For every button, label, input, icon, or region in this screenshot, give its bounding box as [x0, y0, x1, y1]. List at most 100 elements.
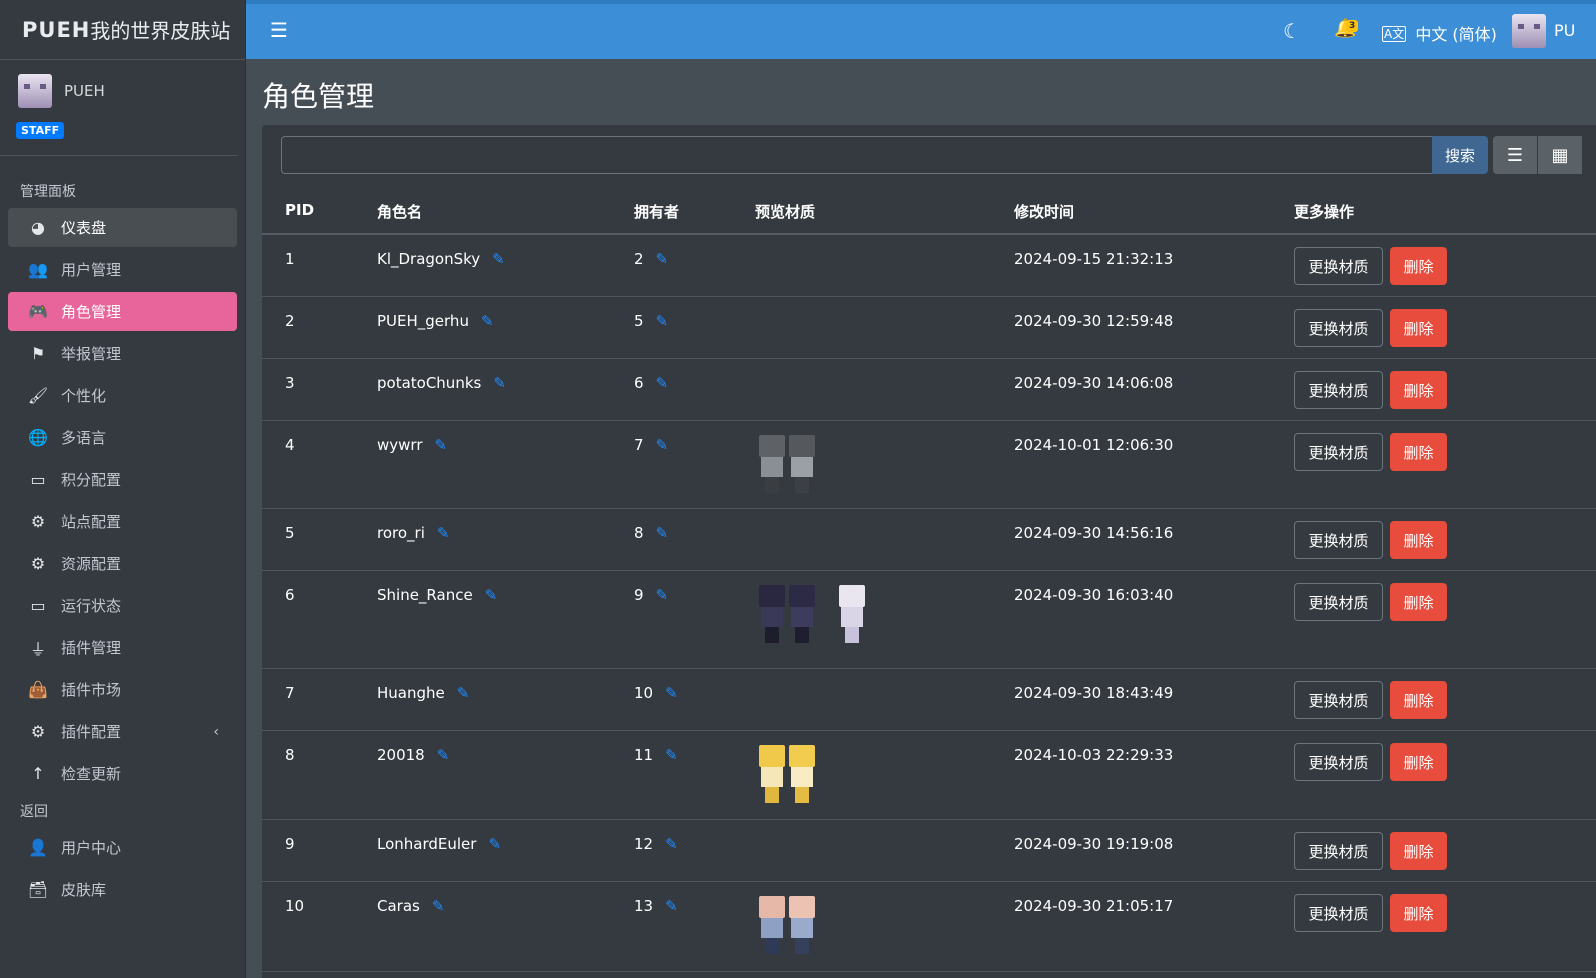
edit-owner-icon[interactable]: ✎ [656, 250, 669, 268]
delete-button[interactable]: 删除 [1390, 247, 1447, 285]
chevron-left-icon[interactable]: ‹ [213, 724, 219, 740]
owner-uid: 13 [634, 897, 654, 915]
sidebar-item-user-center[interactable]: 👤 用户中心 [8, 828, 237, 867]
edit-owner-icon[interactable]: ✎ [665, 897, 678, 915]
edit-owner-icon[interactable]: ✎ [656, 524, 669, 542]
language-selector[interactable]: A文 中文 (简体) [1382, 21, 1497, 45]
cell-name: Kl_DragonSky ✎ [377, 250, 505, 268]
edit-name-icon[interactable]: ✎ [492, 250, 505, 268]
delete-button[interactable]: 删除 [1390, 433, 1447, 471]
brand-logo[interactable]: PUEH 我的世界皮肤站 [0, 0, 245, 60]
menu-toggle-icon[interactable]: ☰ [270, 18, 288, 42]
edit-name-icon[interactable]: ✎ [434, 436, 447, 454]
player-name: roro_ri [377, 524, 425, 542]
sidebar-item-reports[interactable]: ⚑ 举报管理 [8, 334, 237, 373]
skin-preview-image[interactable] [839, 585, 865, 645]
sidebar-item-score[interactable]: ▭ 积分配置 [8, 460, 237, 499]
change-texture-button[interactable]: 更换材质 [1294, 433, 1383, 471]
delete-button[interactable]: 删除 [1390, 894, 1447, 932]
skin-preview-image[interactable] [789, 585, 815, 645]
edit-name-icon[interactable]: ✎ [493, 374, 506, 392]
edit-owner-icon[interactable]: ✎ [656, 436, 669, 454]
col-owner[interactable]: 拥有者 [634, 201, 679, 222]
delete-button[interactable]: 删除 [1390, 309, 1447, 347]
edit-name-icon[interactable]: ✎ [437, 524, 450, 542]
edit-name-icon[interactable]: ✎ [432, 897, 445, 915]
sidebar-item-dashboard[interactable]: ◕ 仪表盘 [8, 208, 237, 247]
owner-uid: 6 [634, 374, 644, 392]
cell-modified: 2024-10-03 22:29:33 [1014, 746, 1174, 764]
change-texture-button[interactable]: 更换材质 [1294, 743, 1383, 781]
sidebar-item-resource[interactable]: ⚙ 资源配置 [8, 544, 237, 583]
skin-preview-image[interactable] [759, 585, 785, 645]
owner-uid: 5 [634, 312, 644, 330]
credit-card-icon: ▭ [30, 470, 46, 489]
user-name[interactable]: PUEH [64, 82, 105, 100]
edit-name-icon[interactable]: ✎ [457, 684, 470, 702]
skin-preview-image[interactable] [789, 435, 815, 495]
edit-name-icon[interactable]: ✎ [481, 312, 494, 330]
change-texture-button[interactable]: 更换材质 [1294, 521, 1383, 559]
sidebar-item-players[interactable]: 🎮 角色管理 [8, 292, 237, 331]
change-texture-button[interactable]: 更换材质 [1294, 247, 1383, 285]
change-texture-button[interactable]: 更换材质 [1294, 309, 1383, 347]
list-view-icon[interactable]: ☰ [1493, 136, 1537, 174]
brand-prefix: PUEH [22, 17, 91, 42]
skin-preview-image[interactable] [759, 435, 785, 495]
change-texture-button[interactable]: 更换材质 [1294, 371, 1383, 409]
edit-owner-icon[interactable]: ✎ [656, 374, 669, 392]
edit-name-icon[interactable]: ✎ [485, 586, 498, 604]
sidebar-item-plugin-config[interactable]: ⚙ 插件配置 ‹ [8, 712, 237, 751]
sidebar-item-label: 检查更新 [61, 765, 122, 783]
dark-mode-icon[interactable]: ☾ [1283, 19, 1301, 43]
table-row: 3 potatoChunks ✎ 6 ✎ 2024-09-30 14:06:08 更换材质删… [262, 359, 1596, 421]
sidebar-item-label: 皮肤库 [61, 881, 107, 899]
top-user-name[interactable]: PU [1554, 21, 1575, 40]
edit-owner-icon[interactable]: ✎ [665, 835, 678, 853]
sidebar-item-options[interactable]: ⚙ 站点配置 [8, 502, 237, 541]
sidebar-item-update[interactable]: ↑ 检查更新 [8, 754, 237, 793]
sidebar-item-label: 仪表盘 [61, 219, 107, 237]
delete-button[interactable]: 删除 [1390, 371, 1447, 409]
sidebar-item-i18n[interactable]: 🌐 多语言 [8, 418, 237, 457]
sidebar: PUEH 我的世界皮肤站 PUEH STAFF 管理面板 ◕ 仪表盘 👥 用户管… [0, 0, 246, 978]
col-pid[interactable]: PID [285, 201, 314, 219]
edit-name-icon[interactable]: ✎ [437, 746, 450, 764]
table-row: 2 PUEH_gerhu ✎ 5 ✎ 2024-09-30 12:59:48 更换材质 删除 [262, 297, 1596, 359]
col-name[interactable]: 角色名 [377, 201, 422, 222]
sidebar-item-status[interactable]: ▭ 运行状态 [8, 586, 237, 625]
skin-preview-image[interactable] [789, 745, 815, 805]
delete-button[interactable]: 删除 [1390, 583, 1447, 621]
search-input[interactable] [281, 136, 1433, 174]
sidebar-item-customize[interactable]: 🖌 个性化 [8, 376, 237, 415]
delete-button[interactable]: 删除 [1390, 521, 1447, 559]
skin-preview-image[interactable] [789, 896, 815, 956]
sidebar-item-market[interactable]: 👜 插件市场 [8, 670, 237, 709]
avatar[interactable] [18, 74, 52, 108]
sidebar-item-users[interactable]: 👥 用户管理 [8, 250, 237, 289]
edit-owner-icon[interactable]: ✎ [656, 312, 669, 330]
sidebar-item-skinlib[interactable]: 🗃 皮肤库 [8, 870, 237, 909]
delete-button[interactable]: 删除 [1390, 743, 1447, 781]
brush-icon: 🖌 [27, 386, 49, 405]
edit-owner-icon[interactable]: ✎ [665, 684, 678, 702]
delete-button[interactable]: 删除 [1390, 681, 1447, 719]
cell-modified: 2024-10-01 12:06:30 [1014, 436, 1174, 454]
table-row: 5 roro_ri ✎ 8 ✎ 2024-09-30 14:56:16 更换材质 删除 [262, 509, 1596, 571]
top-avatar[interactable] [1512, 14, 1546, 48]
edit-name-icon[interactable]: ✎ [488, 835, 501, 853]
cell-pid: 7 [285, 684, 295, 702]
delete-button[interactable]: 删除 [1390, 832, 1447, 870]
skin-preview-image[interactable] [759, 896, 785, 956]
edit-owner-icon[interactable]: ✎ [665, 746, 678, 764]
skin-preview-image[interactable] [759, 745, 785, 805]
edit-owner-icon[interactable]: ✎ [656, 586, 669, 604]
sidebar-item-plugins[interactable]: ⏚ 插件管理 [8, 628, 237, 667]
change-texture-button[interactable]: 更换材质 [1294, 583, 1383, 621]
search-button[interactable]: 搜索 [1432, 136, 1488, 174]
grid-view-icon[interactable]: ▦ [1538, 136, 1582, 174]
change-texture-button[interactable]: 更换材质 [1294, 894, 1383, 932]
change-texture-button[interactable]: 更换材质 [1294, 832, 1383, 870]
change-texture-button[interactable]: 更换材质 [1294, 681, 1383, 719]
col-modified[interactable]: 修改时间 [1014, 201, 1074, 222]
